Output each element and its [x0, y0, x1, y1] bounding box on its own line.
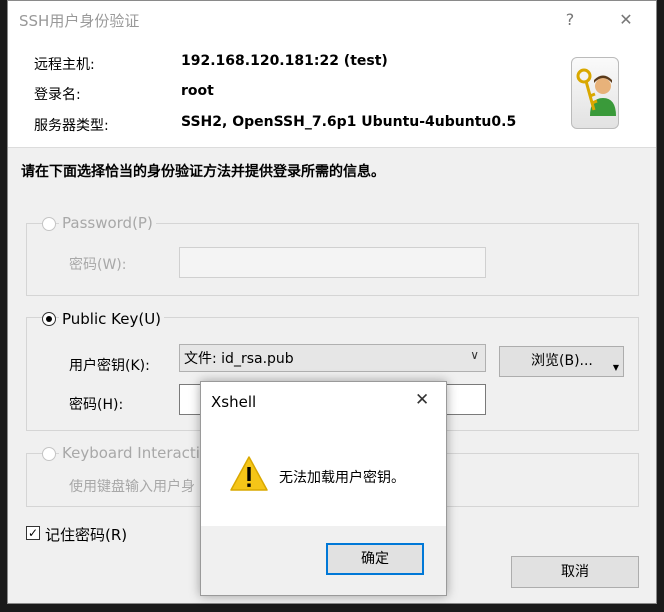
chevron-down-icon: ∨	[470, 348, 479, 362]
password-option-label: Password(P)	[59, 214, 156, 232]
keyboard-interactive-label: Keyboard Interactiv	[59, 444, 212, 462]
error-message-box: Xshell ✕ 无法加载用户密钥。 确定	[200, 381, 447, 596]
keyboard-interactive-desc: 使用键盘输入用户身	[69, 479, 195, 495]
msgbox-footer: 确定	[201, 526, 446, 595]
password-input[interactable]	[179, 247, 486, 278]
browse-label: 浏览(B)...	[531, 353, 593, 369]
ok-button[interactable]: 确定	[326, 543, 424, 575]
instruction-text: 请在下面选择恰当的身份验证方法并提供登录所需的信息。	[21, 164, 385, 180]
server-type-label: 服务器类型:	[34, 118, 109, 134]
user-key-value: 文件: id_rsa.pub	[184, 351, 294, 367]
public-key-option-label: Public Key(U)	[59, 310, 165, 328]
msgbox-message: 无法加载用户密钥。	[279, 470, 405, 486]
window-title: SSH用户身份验证	[19, 12, 140, 30]
server-type-value: SSH2, OpenSSH_7.6p1 Ubuntu-4ubuntu0.5	[181, 114, 517, 130]
passphrase-label: 密码(H):	[69, 397, 124, 413]
host-label: 远程主机:	[34, 57, 95, 73]
connection-info: 远程主机: 192.168.120.181:22 (test) 登录名: roo…	[8, 39, 656, 148]
msgbox-close-button[interactable]: ✕	[415, 390, 429, 410]
public-key-radio[interactable]	[42, 312, 56, 326]
login-label: 登录名:	[34, 87, 81, 103]
warning-icon	[229, 455, 269, 497]
login-value: root	[181, 83, 214, 99]
remember-password-label: 记住密码(R)	[45, 526, 128, 544]
close-button[interactable]: ✕	[606, 5, 646, 35]
keyboard-interactive-radio[interactable]	[42, 447, 56, 461]
msgbox-title: Xshell	[211, 393, 257, 411]
host-value: 192.168.120.181:22 (test)	[181, 53, 388, 69]
cancel-label: 取消	[561, 564, 589, 580]
user-key-icon	[571, 57, 619, 129]
password-radio[interactable]	[42, 217, 56, 231]
user-key-select[interactable]: 文件: id_rsa.pub ∨	[179, 344, 486, 372]
dropdown-arrow-icon: ▼	[612, 363, 619, 372]
ok-label: 确定	[361, 551, 389, 567]
user-key-label: 用户密钥(K):	[69, 358, 150, 374]
title-bar: SSH用户身份验证 ? ✕	[8, 1, 656, 39]
remember-password-checkbox[interactable]: ✓	[26, 526, 40, 540]
password-field-label: 密码(W):	[69, 257, 127, 273]
cancel-button[interactable]: 取消	[511, 556, 639, 588]
browse-button[interactable]: 浏览(B)... ▼	[499, 346, 624, 377]
help-button[interactable]: ?	[550, 5, 590, 35]
